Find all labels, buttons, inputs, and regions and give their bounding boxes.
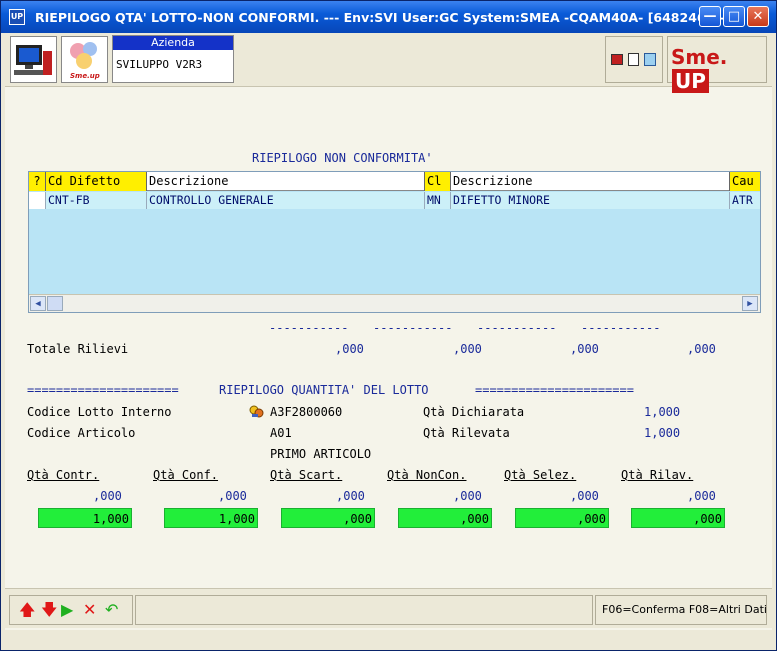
qty-value-noncon: ,000 [453, 489, 482, 503]
col-header-flag[interactable]: ? [29, 172, 46, 191]
nonconformity-grid[interactable]: ? Cd Difetto Descrizione Cl Descrizione … [28, 171, 761, 313]
totals-dash-1: ----------- [269, 321, 349, 335]
undo-icon[interactable]: ↶ [105, 602, 118, 618]
smeup-logo-up: UP [672, 69, 709, 93]
computer-icon[interactable] [10, 36, 57, 83]
row-flag[interactable] [29, 192, 46, 209]
totale-value-4: ,000 [687, 342, 716, 356]
smeup-logo-text: Sme. [671, 45, 728, 69]
row-cl: MN [425, 192, 451, 209]
totals-dash-2: ----------- [373, 321, 453, 335]
horizontal-scrollbar[interactable]: ◀ ▶ [29, 294, 760, 312]
right-tools [605, 36, 663, 83]
col-header-cl[interactable]: Cl [425, 172, 451, 191]
lotto-lookup-icon[interactable] [249, 405, 264, 418]
window-title: RIEPILOGO QTA' LOTTO-NON CONFORMI. --- E… [35, 10, 740, 25]
bottom-border [5, 630, 772, 647]
title-bar[interactable]: UP RIEPILOGO QTA' LOTTO-NON CONFORMI. --… [1, 1, 776, 33]
azienda-box: Azienda SVILUPPO V2R3 [112, 35, 234, 83]
arrow-down-icon[interactable]: 🡇 [41, 602, 57, 618]
cancel-icon[interactable]: ✕ [83, 602, 96, 618]
section-title: RIEPILOGO NON CONFORMITA' [252, 151, 433, 165]
qta-dichiarata-label: Qtà Dichiarata [423, 405, 525, 419]
codice-articolo-value: A01 [270, 426, 292, 440]
minimize-button[interactable]: — [699, 6, 721, 27]
app-icon[interactable]: UP [9, 9, 25, 25]
qty-input-selez[interactable]: ,000 [515, 508, 609, 528]
totale-value-1: ,000 [335, 342, 364, 356]
row-causale: ATR [732, 193, 753, 207]
close-button[interactable]: ✕ [747, 6, 769, 27]
qty-value-conf: ,000 [218, 489, 247, 503]
codice-lotto-label: Codice Lotto Interno [27, 405, 172, 419]
totale-value-2: ,000 [453, 342, 482, 356]
col-header-descrizione-2[interactable]: Descrizione [451, 172, 730, 191]
table-row[interactable]: CNT-FB CONTROLLO GENERALE MN DIFETTO MIN… [29, 192, 760, 209]
qty-input-noncon[interactable]: ,000 [398, 508, 492, 528]
function-keys[interactable]: F06=Conferma F08=Altri Dati [595, 595, 767, 625]
row-descrizione-2: DIFETTO MINORE [451, 192, 730, 209]
qty-header-rilav: Qtà Rilav. [621, 468, 694, 482]
totals-dash-3: ----------- [477, 321, 557, 335]
qty-header-selez: Qtà Selez. [504, 468, 577, 482]
scroll-right-icon[interactable]: ▶ [742, 296, 758, 311]
status-message [135, 595, 593, 625]
qty-header-scart: Qtà Scart. [270, 468, 343, 482]
codice-articolo-label: Codice Articolo [27, 426, 136, 440]
application-window: UP RIEPILOGO QTA' LOTTO-NON CONFORMI. --… [0, 0, 777, 651]
qty-header-contr: Qtà Contr. [27, 468, 100, 482]
status-bar: 🡅 🡇 ▶ ✕ ↶ F06=Conferma F08=Altri Dati [5, 588, 772, 628]
grid-header: ? Cd Difetto Descrizione Cl Descrizione … [29, 172, 760, 191]
document-icon[interactable] [628, 53, 639, 66]
scroll-thumb[interactable] [47, 296, 63, 311]
smeup-small-logo-text: Sme.up [70, 72, 100, 80]
rule-left: ===================== [27, 383, 179, 397]
azienda-value: SVILUPPO V2R3 [116, 58, 203, 71]
play-icon[interactable]: ▶ [61, 602, 73, 618]
qta-rilevata-value: 1,000 [644, 426, 681, 440]
qty-value-selez: ,000 [570, 489, 599, 503]
azienda-label: Azienda [113, 36, 233, 50]
qty-input-contr[interactable]: 1,000 [38, 508, 132, 528]
smeup-small-logo[interactable]: Sme.up [61, 36, 108, 83]
monitor-icon[interactable] [611, 54, 623, 65]
col-header-descrizione[interactable]: Descrizione [147, 172, 425, 191]
lotto-title: RIEPILOGO QUANTITA' DEL LOTTO [219, 383, 429, 397]
codice-lotto-value: A3F2800060 [270, 405, 343, 419]
qty-value-rilav: ,000 [687, 489, 716, 503]
action-buttons: 🡅 🡇 ▶ ✕ ↶ [9, 595, 133, 625]
col-header-cd-difetto[interactable]: Cd Difetto [46, 172, 147, 191]
book-icon[interactable] [644, 53, 656, 66]
qty-value-contr: ,000 [93, 489, 122, 503]
qta-rilevata-label: Qtà Rilevata [423, 426, 510, 440]
totals-dash-4: ----------- [581, 321, 661, 335]
arrow-up-icon[interactable]: 🡅 [19, 602, 35, 618]
row-descrizione: CONTROLLO GENERALE [147, 192, 425, 209]
primo-articolo-label: PRIMO ARTICOLO [270, 447, 372, 461]
scroll-left-icon[interactable]: ◀ [30, 296, 46, 311]
col-header-causale[interactable]: Cau [730, 172, 760, 191]
qta-dichiarata-value: 1,000 [644, 405, 681, 419]
smeup-logo: Sme.UP [667, 36, 767, 93]
qty-input-conf[interactable]: 1,000 [164, 508, 258, 528]
rule-right: ====================== [475, 383, 634, 397]
qty-input-scart[interactable]: ,000 [281, 508, 375, 528]
row-cd-difetto: CNT-FB [46, 192, 147, 209]
qty-header-noncon: Qtà NonCon. [387, 468, 467, 482]
qty-input-rilav[interactable]: ,000 [631, 508, 725, 528]
top-toolbar: Sme.up Azienda SVILUPPO V2R3 Sme.UP [5, 33, 772, 93]
totale-rilievi-label: Totale Rilievi [27, 342, 129, 356]
maximize-button[interactable]: □ [723, 6, 745, 27]
qty-header-conf: Qtà Conf. [153, 468, 219, 482]
qty-value-scart: ,000 [336, 489, 365, 503]
totale-value-3: ,000 [570, 342, 599, 356]
main-content: Sme.up Azienda SVILUPPO V2R3 Sme.UP RIEP… [5, 33, 772, 647]
